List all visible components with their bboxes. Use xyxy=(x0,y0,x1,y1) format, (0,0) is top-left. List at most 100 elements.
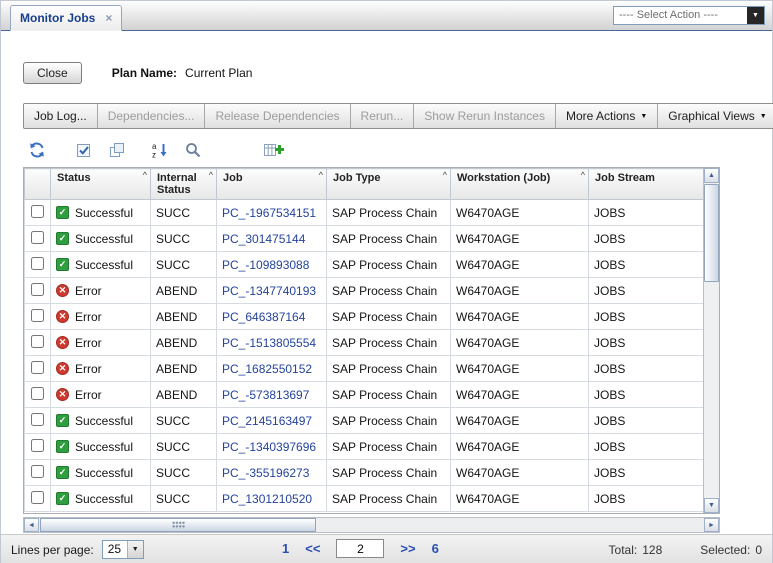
row-checkbox[interactable] xyxy=(31,231,44,244)
header-job[interactable]: Job ^ xyxy=(217,169,327,200)
tab-close-icon[interactable]: × xyxy=(105,11,112,25)
row-checkbox[interactable] xyxy=(31,465,44,478)
status-label: Error xyxy=(75,284,102,298)
job-cell: PC_646387164 xyxy=(217,304,327,330)
total-value: 128 xyxy=(642,543,662,557)
current-page-input[interactable] xyxy=(336,539,384,558)
scroll-left-button[interactable]: ◄ xyxy=(24,518,39,532)
plan-name-value: Current Plan xyxy=(185,66,252,80)
job-link[interactable]: PC_-1347740193 xyxy=(222,284,316,298)
success-status-icon: ✓ xyxy=(56,206,69,219)
status-label: Error xyxy=(75,310,102,324)
header-internal-status[interactable]: Internal Status ^ xyxy=(151,169,217,200)
horizontal-scroll-thumb[interactable] xyxy=(40,518,316,532)
sort-caret-icon[interactable]: ^ xyxy=(319,170,323,180)
page-prev-link[interactable]: << xyxy=(305,541,320,556)
job-stream-cell: JOBS xyxy=(589,460,704,486)
job-link[interactable]: PC_-573813697 xyxy=(222,388,309,402)
table-row: ✓ Successful SUCC PC_-1340397696 SAP Pro… xyxy=(25,434,704,460)
internal-status-cell: SUCC xyxy=(151,252,217,278)
jobs-table-body: ✓ Successful SUCC PC_-1967534151 SAP Pro… xyxy=(25,200,704,512)
chevron-down-icon: ▼ xyxy=(760,113,767,120)
internal-status-cell: SUCC xyxy=(151,460,217,486)
header-job-type[interactable]: Job Type ^ xyxy=(327,169,451,200)
row-checkbox[interactable] xyxy=(31,309,44,322)
workstation-cell: W6470AGE xyxy=(451,330,589,356)
vertical-scroll-thumb[interactable] xyxy=(704,184,719,282)
more-actions-button[interactable]: More Actions ▼ xyxy=(556,104,658,128)
job-log-button[interactable]: Job Log... xyxy=(24,104,98,128)
status-label: Successful xyxy=(75,206,133,220)
table-row: ✕ Error ABEND PC_-573813697 SAP Process … xyxy=(25,382,704,408)
sort-caret-icon[interactable]: ^ xyxy=(443,170,447,180)
select-all-button[interactable] xyxy=(72,138,96,162)
select-column-header xyxy=(25,169,51,200)
add-job-button[interactable] xyxy=(260,138,288,162)
chevron-down-icon[interactable]: ▼ xyxy=(747,7,764,24)
job-link[interactable]: PC_-355196273 xyxy=(222,466,309,480)
header-status[interactable]: Status ^ xyxy=(51,169,151,200)
status-cell: ✓ Successful xyxy=(51,460,151,486)
job-link[interactable]: PC_2145163497 xyxy=(222,414,312,428)
row-checkbox[interactable] xyxy=(31,257,44,270)
header-workstation[interactable]: Workstation (Job) ^ xyxy=(451,169,589,200)
refresh-button[interactable] xyxy=(25,138,49,162)
scroll-down-button[interactable]: ▼ xyxy=(704,498,719,513)
job-link[interactable]: PC_-1340397696 xyxy=(222,440,316,454)
table-header-row: Status ^ Internal Status ^ Job ^ Job Typ… xyxy=(25,169,704,200)
row-checkbox[interactable] xyxy=(31,439,44,452)
row-checkbox[interactable] xyxy=(31,413,44,426)
scroll-up-button[interactable]: ▲ xyxy=(704,168,719,183)
row-checkbox[interactable] xyxy=(31,361,44,374)
row-checkbox[interactable] xyxy=(31,491,44,504)
row-checkbox[interactable] xyxy=(31,205,44,218)
job-link[interactable]: PC_646387164 xyxy=(222,310,305,324)
row-checkbox[interactable] xyxy=(31,335,44,348)
jobs-table-container: Status ^ Internal Status ^ Job ^ Job Typ… xyxy=(23,167,720,514)
deselect-all-button[interactable] xyxy=(105,138,129,162)
header-internal-status-label: Internal Status xyxy=(157,172,197,196)
lines-per-page-select[interactable]: 25 ▼ xyxy=(102,540,144,559)
row-checkbox-cell xyxy=(25,226,51,252)
job-link[interactable]: PC_301475144 xyxy=(222,232,305,246)
job-link[interactable]: PC_-1967534151 xyxy=(222,206,316,220)
graphical-views-button[interactable]: Graphical Views ▼ xyxy=(658,104,773,128)
page-first-link[interactable]: 1 xyxy=(282,541,289,556)
vertical-scrollbar[interactable]: ▲ ▼ xyxy=(703,168,719,513)
find-button[interactable] xyxy=(181,138,205,162)
select-action-dropdown[interactable]: ---- Select Action ---- ▼ xyxy=(613,6,765,25)
plan-name: Plan Name: Current Plan xyxy=(112,66,253,80)
job-type-cell: SAP Process Chain xyxy=(327,200,451,226)
sort-caret-icon[interactable]: ^ xyxy=(581,170,585,180)
page-next-link[interactable]: >> xyxy=(400,541,415,556)
row-checkbox[interactable] xyxy=(31,283,44,296)
header-job-stream[interactable]: Job Stream xyxy=(589,169,704,200)
page-last-link[interactable]: 6 xyxy=(432,541,439,556)
monitor-jobs-page: { "tab": { "label": "Monitor Jobs" }, "s… xyxy=(0,0,773,563)
job-type-cell: SAP Process Chain xyxy=(327,330,451,356)
horizontal-scrollbar[interactable]: ◄ ► xyxy=(23,517,720,533)
job-link[interactable]: PC_1301210520 xyxy=(222,492,312,506)
chevron-down-icon[interactable]: ▼ xyxy=(127,541,143,558)
scroll-right-button[interactable]: ► xyxy=(704,518,719,532)
sort-caret-icon[interactable]: ^ xyxy=(209,170,213,180)
status-cell: ✓ Successful xyxy=(51,486,151,512)
header-job-stream-label: Job Stream xyxy=(595,172,655,184)
sort-button[interactable]: a z xyxy=(148,138,172,162)
internal-status-cell: SUCC xyxy=(151,434,217,460)
header-job-label: Job xyxy=(223,172,243,184)
close-button[interactable]: Close xyxy=(23,62,82,84)
sort-caret-icon[interactable]: ^ xyxy=(143,170,147,180)
workstation-cell: W6470AGE xyxy=(451,200,589,226)
job-link[interactable]: PC_-1513805554 xyxy=(222,336,316,350)
job-link[interactable]: PC_1682550152 xyxy=(222,362,312,376)
job-type-cell: SAP Process Chain xyxy=(327,356,451,382)
tab-monitor-jobs[interactable]: Monitor Jobs × xyxy=(10,5,122,31)
row-checkbox[interactable] xyxy=(31,387,44,400)
status-label: Error xyxy=(75,362,102,376)
table-row: ✓ Successful SUCC PC_-1967534151 SAP Pro… xyxy=(25,200,704,226)
workstation-cell: W6470AGE xyxy=(451,226,589,252)
job-cell: PC_1301210520 xyxy=(217,486,327,512)
job-link[interactable]: PC_-109893088 xyxy=(222,258,309,272)
status-label: Successful xyxy=(75,414,133,428)
